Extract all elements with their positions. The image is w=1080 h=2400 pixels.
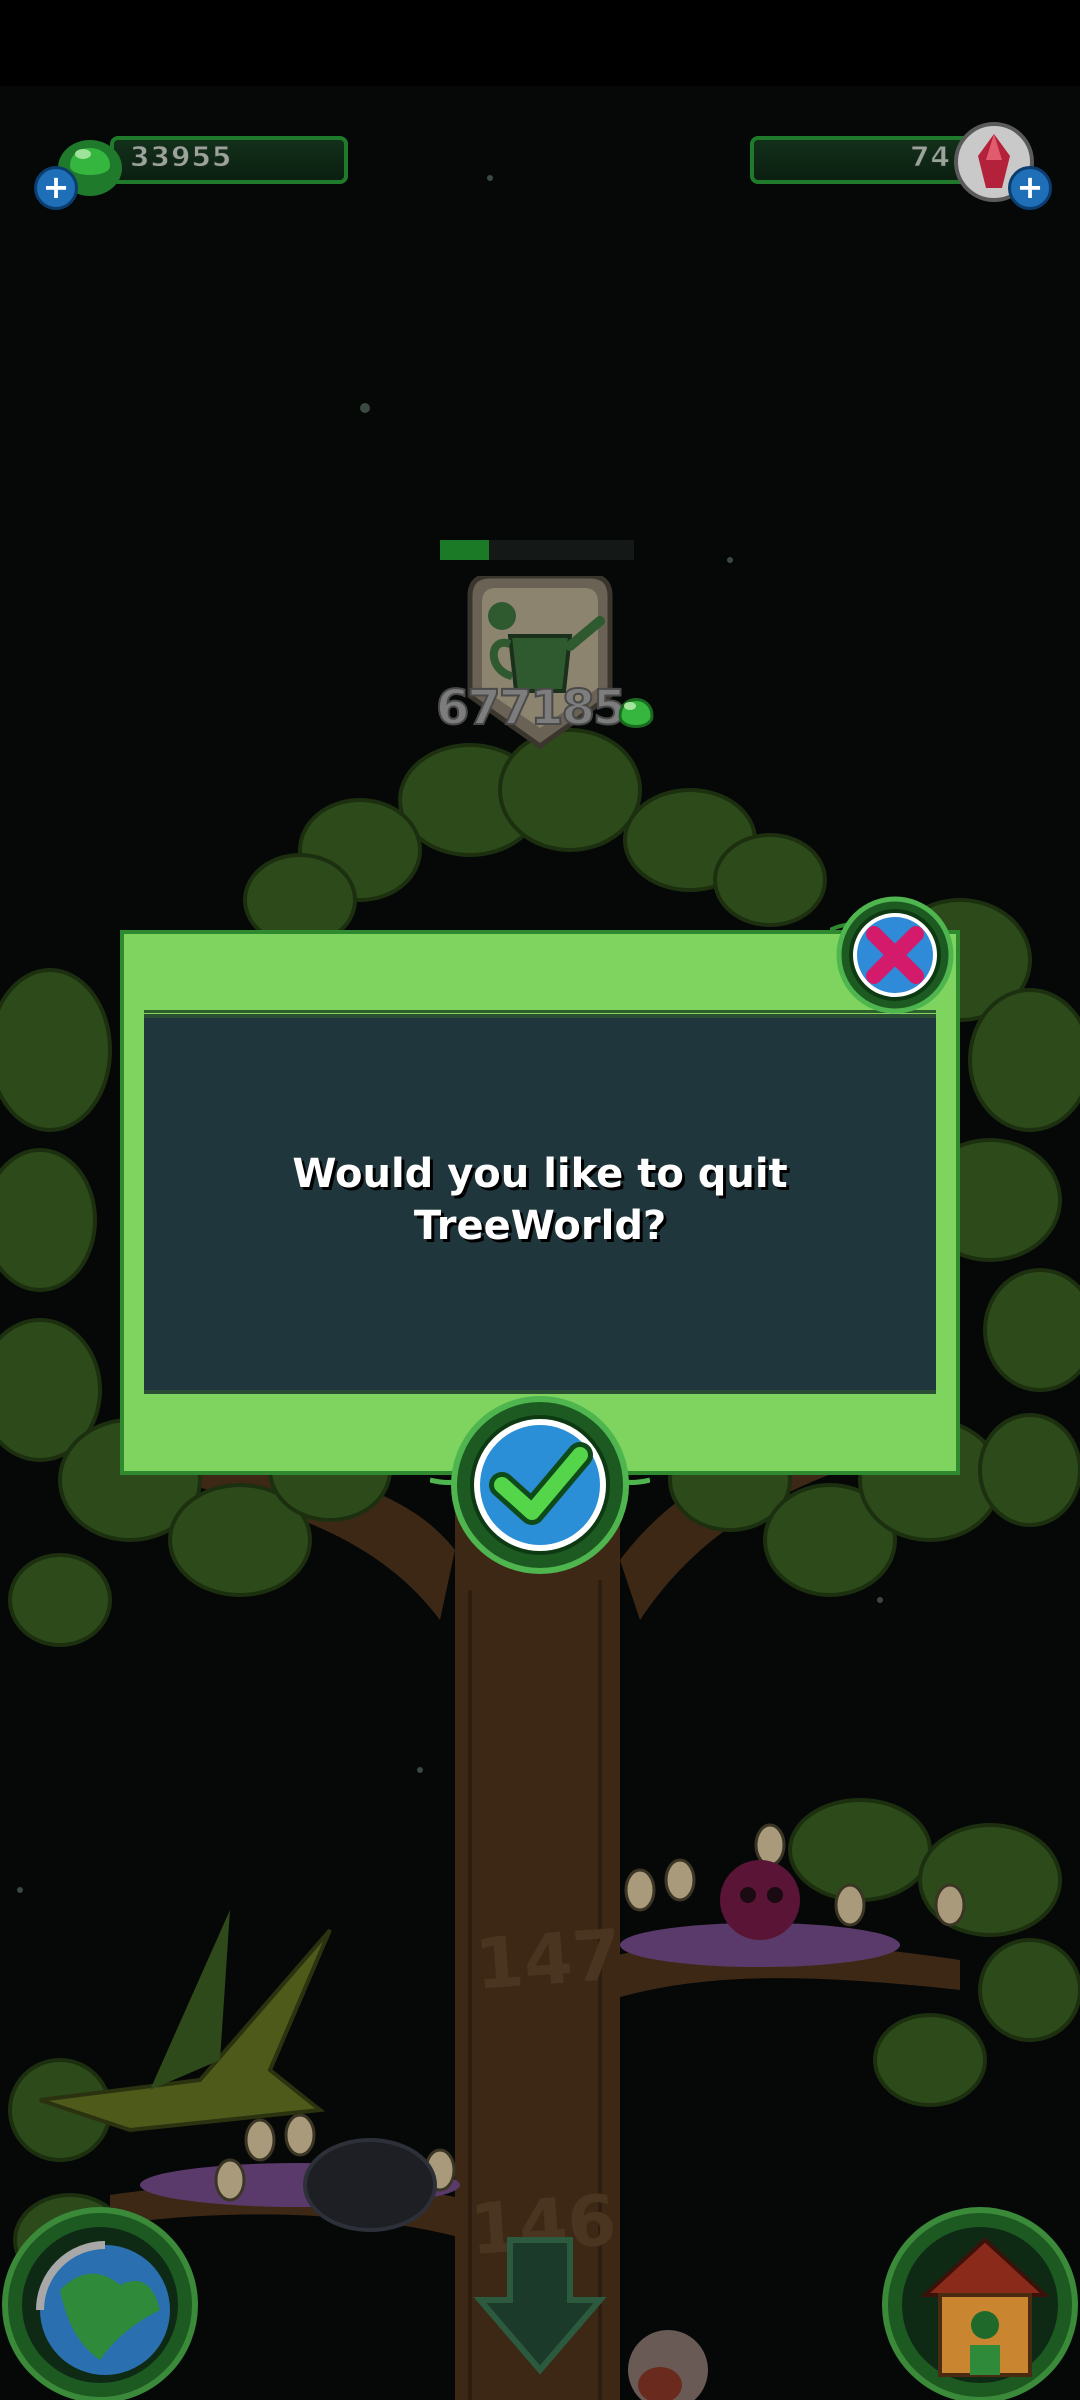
dialog-header-divider [144,1010,936,1013]
upgrade-cost: 677185 [435,679,627,737]
status-bar [0,0,1080,86]
resin-amount: 33955 [129,140,233,174]
resin-drop-icon [618,698,654,728]
armadillo-creature [303,2138,437,2232]
upgrade-progress-bar [440,540,634,560]
resin-resource-bar: 33955 + [30,122,350,210]
message-line-1: Would you like to quit [292,1151,788,1197]
gem-amount: 74 [910,140,951,174]
monkey-creature [628,2330,708,2400]
scroll-down-button[interactable] [470,2230,610,2380]
spiky-creature [720,1860,800,1940]
upgrade-progress-fill [440,540,489,560]
world-map-button[interactable] [0,2200,210,2400]
message-line-2: TreeWorld? [413,1203,667,1249]
gem-resource-bar: 74 + [730,122,1060,210]
home-button[interactable] [870,2200,1080,2400]
add-gems-plus-icon[interactable]: + [1008,166,1052,210]
quit-confirmation-message: Would you like to quit TreeWorld? [144,1148,936,1252]
pterodactyl-creature [39,1910,332,2133]
globe-icon [36,2241,170,2375]
add-resin-plus-icon[interactable]: + [34,166,78,210]
confirm-quit-button[interactable] [430,1390,650,1580]
down-arrow-icon [473,2237,607,2375]
close-dialog-button[interactable] [830,890,960,1020]
branch-level-upper: 147 [472,1914,623,2006]
